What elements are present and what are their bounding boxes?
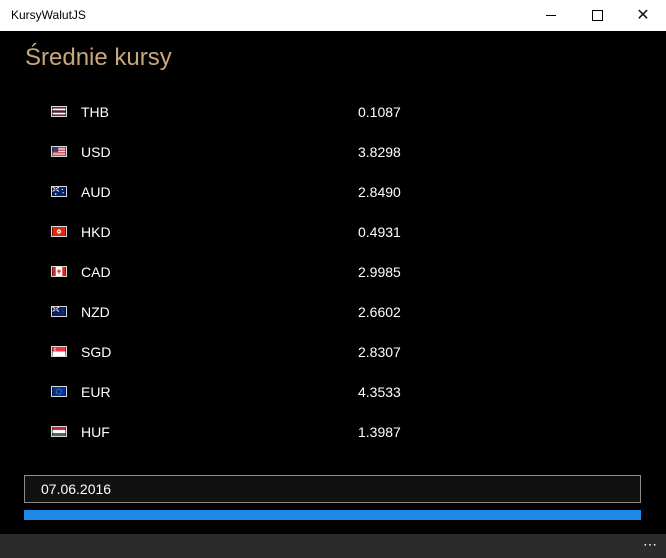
currency-rate: 2.8490 (358, 184, 401, 200)
close-icon: ✕ (636, 6, 650, 24)
currency-rate: 0.4931 (358, 224, 401, 240)
singapore-flag-icon (51, 346, 67, 357)
progress-bar (24, 510, 641, 520)
currency-rate: 4.3533 (358, 384, 401, 400)
australia-flag-icon (51, 186, 67, 197)
rate-row-huf[interactable]: HUF 1.3987 (0, 412, 666, 452)
app-bar: ⋯ (0, 534, 666, 558)
thailand-flag-icon (51, 106, 67, 117)
usa-flag-icon (51, 146, 67, 157)
hong-kong-flag-icon (51, 226, 67, 237)
currency-code: USD (81, 144, 111, 160)
rates-list: THB 0.1087 USD 3.8298 AUD 2.8490 HKD 0.4… (0, 92, 666, 452)
currency-rate: 0.1087 (358, 104, 401, 120)
minimize-button[interactable] (528, 0, 574, 31)
currency-rate: 2.8307 (358, 344, 401, 360)
rate-row-usd[interactable]: USD 3.8298 (0, 132, 666, 172)
progress-bar-fill (24, 510, 641, 520)
currency-code: THB (81, 104, 109, 120)
currency-code: EUR (81, 384, 111, 400)
canada-flag-icon (51, 266, 67, 277)
eu-flag-icon (51, 386, 67, 397)
app-title: KursyWalutJS (11, 8, 86, 22)
currency-code: CAD (81, 264, 111, 280)
new-zealand-flag-icon (51, 306, 67, 317)
currency-code: NZD (81, 304, 110, 320)
more-options-icon[interactable]: ⋯ (643, 536, 658, 553)
minimize-icon (546, 15, 556, 16)
currency-code: HKD (81, 224, 111, 240)
currency-code: AUD (81, 184, 111, 200)
date-picker-input[interactable]: 07.06.2016 (24, 475, 641, 503)
currency-code: SGD (81, 344, 112, 360)
currency-code: HUF (81, 424, 110, 440)
currency-rate: 2.9985 (358, 264, 401, 280)
maximize-icon (591, 10, 603, 21)
currency-rate: 2.6602 (358, 304, 401, 320)
rate-row-sgd[interactable]: SGD 2.8307 (0, 332, 666, 372)
rate-row-cad[interactable]: CAD 2.9985 (0, 252, 666, 292)
rate-row-thb[interactable]: THB 0.1087 (0, 92, 666, 132)
rate-row-eur[interactable]: EUR 4.3533 (0, 372, 666, 412)
currency-rate: 3.8298 (358, 144, 401, 160)
maximize-button[interactable] (574, 0, 620, 31)
currency-rate: 1.3987 (358, 424, 401, 440)
page-title: Średnie kursy (25, 44, 172, 71)
hungary-flag-icon (51, 426, 67, 437)
rate-row-hkd[interactable]: HKD 0.4931 (0, 212, 666, 252)
title-bar: KursyWalutJS ✕ (0, 0, 666, 31)
rate-row-aud[interactable]: AUD 2.8490 (0, 172, 666, 212)
close-button[interactable]: ✕ (620, 0, 666, 31)
rate-row-nzd[interactable]: NZD 2.6602 (0, 292, 666, 332)
